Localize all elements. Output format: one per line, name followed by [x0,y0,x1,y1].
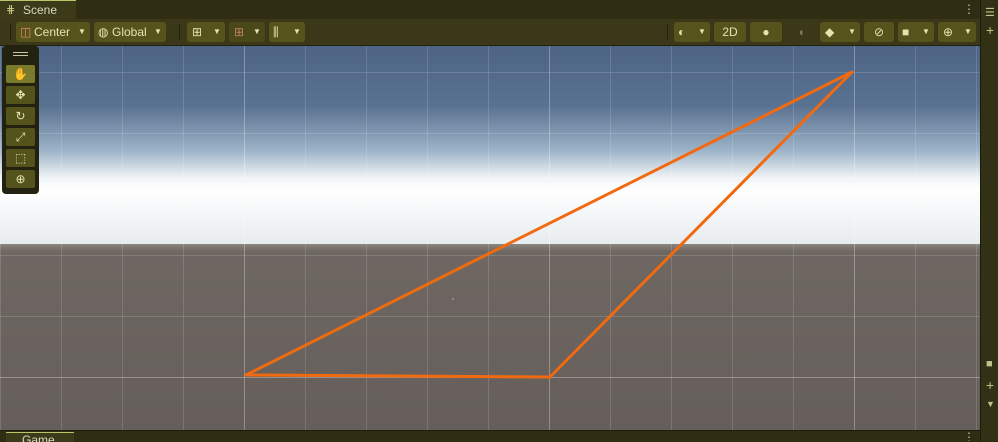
camera-icon: ■ [902,25,910,39]
bottom-panel [0,430,980,442]
pivot-label: Center [34,25,71,39]
kebab-menu-icon[interactable]: ⋮ [963,432,975,441]
add-icon[interactable]: + [986,22,994,38]
shading-icon: ◐ [678,25,686,39]
tab-scene-label: Scene [23,3,58,17]
kebab-menu-icon[interactable]: ⋮ [963,0,975,18]
toolbar-separator [667,24,668,40]
panel-menu-icon[interactable]: ☰ [985,6,995,19]
right-panel-edge: ☰ + ■ + ▼ [980,0,998,441]
transform-tool-icon[interactable]: ⊕ [6,170,35,188]
scene-toolbar: ◫ Center ▼ ◍ Global ▼ ⊞ ▼ ⊞ ▼ ⫼ ▼ ◐ ▼ 2D… [0,19,980,46]
audio-toggle[interactable]: ◖ [786,22,816,42]
grid-snap-icon: ⊞ [192,25,203,39]
chevron-down-icon: ▼ [698,27,706,36]
skybox [0,46,980,246]
tool-palette: ✋ ✥ ↻ ⤢ ⬚ ⊕ [2,46,39,194]
draw-mode-dropdown[interactable]: ◐ ▼ [674,22,710,42]
tab-bar [0,0,980,19]
eye-slash-icon: ⊘ [873,25,885,39]
chevron-down-icon: ▼ [848,27,856,36]
chevron-down-icon: ▼ [253,27,261,36]
chevron-down-icon: ▼ [213,27,221,36]
space-label: Global [112,25,147,39]
move-tool-icon[interactable]: ✥ [6,86,35,104]
align-dropdown[interactable]: ⫼ ▼ [269,22,305,42]
toggle-2d-button[interactable]: 2D [714,22,746,42]
rotate-tool-icon[interactable]: ↻ [6,107,35,125]
chevron-down-icon: ▼ [922,27,930,36]
toggle-2d-label: 2D [722,25,738,39]
ground-plane [0,244,980,430]
hidden-objects-toggle[interactable]: ⊘ [864,22,894,42]
align-icon: ⫼ [273,25,279,39]
gizmo-icon: ⊕ [943,25,954,39]
camera-dropdown[interactable]: ■ ▼ [898,22,934,42]
effects-icon: ◆ [825,25,835,39]
scene-viewport[interactable] [0,46,980,430]
increment-snap-dropdown[interactable]: ⊞ ▼ [229,22,265,42]
chevron-down-icon: ▼ [154,27,162,36]
effects-dropdown[interactable]: ◆ ▼ [820,22,860,42]
folder-icon: ■ [986,358,993,370]
grid-icon: ⋕ [6,4,16,16]
increment-snap-icon: ⊞ [234,25,245,39]
chevron-down-icon: ▼ [964,27,972,36]
tab-scene[interactable]: ⋕ Scene [0,0,76,20]
hand-tool-icon[interactable]: ✋ [6,65,35,83]
gizmos-dropdown[interactable]: ⊕ ▼ [938,22,976,42]
audio-icon: ◖ [797,25,805,39]
scale-tool-icon[interactable]: ⤢ [6,128,35,146]
chevron-down-icon[interactable]: ▼ [986,399,995,409]
globe-icon: ◍ [98,25,109,39]
grid-snap-dropdown[interactable]: ⊞ ▼ [187,22,225,42]
toolbar-separator [179,24,180,40]
scene-canvas [0,46,980,430]
chevron-down-icon: ▼ [78,27,86,36]
chevron-down-icon: ▼ [293,27,301,36]
rect-tool-icon[interactable]: ⬚ [6,149,35,167]
lighting-toggle[interactable]: ● [750,22,782,42]
toolbar-separator [10,24,11,40]
pivot-point [452,298,454,300]
add-icon[interactable]: + [986,377,994,393]
pivot-icon: ◫ [20,25,32,39]
pivot-dropdown[interactable]: ◫ Center ▼ [16,22,90,42]
lightbulb-icon: ● [762,25,770,39]
space-dropdown[interactable]: ◍ Global ▼ [94,22,166,42]
